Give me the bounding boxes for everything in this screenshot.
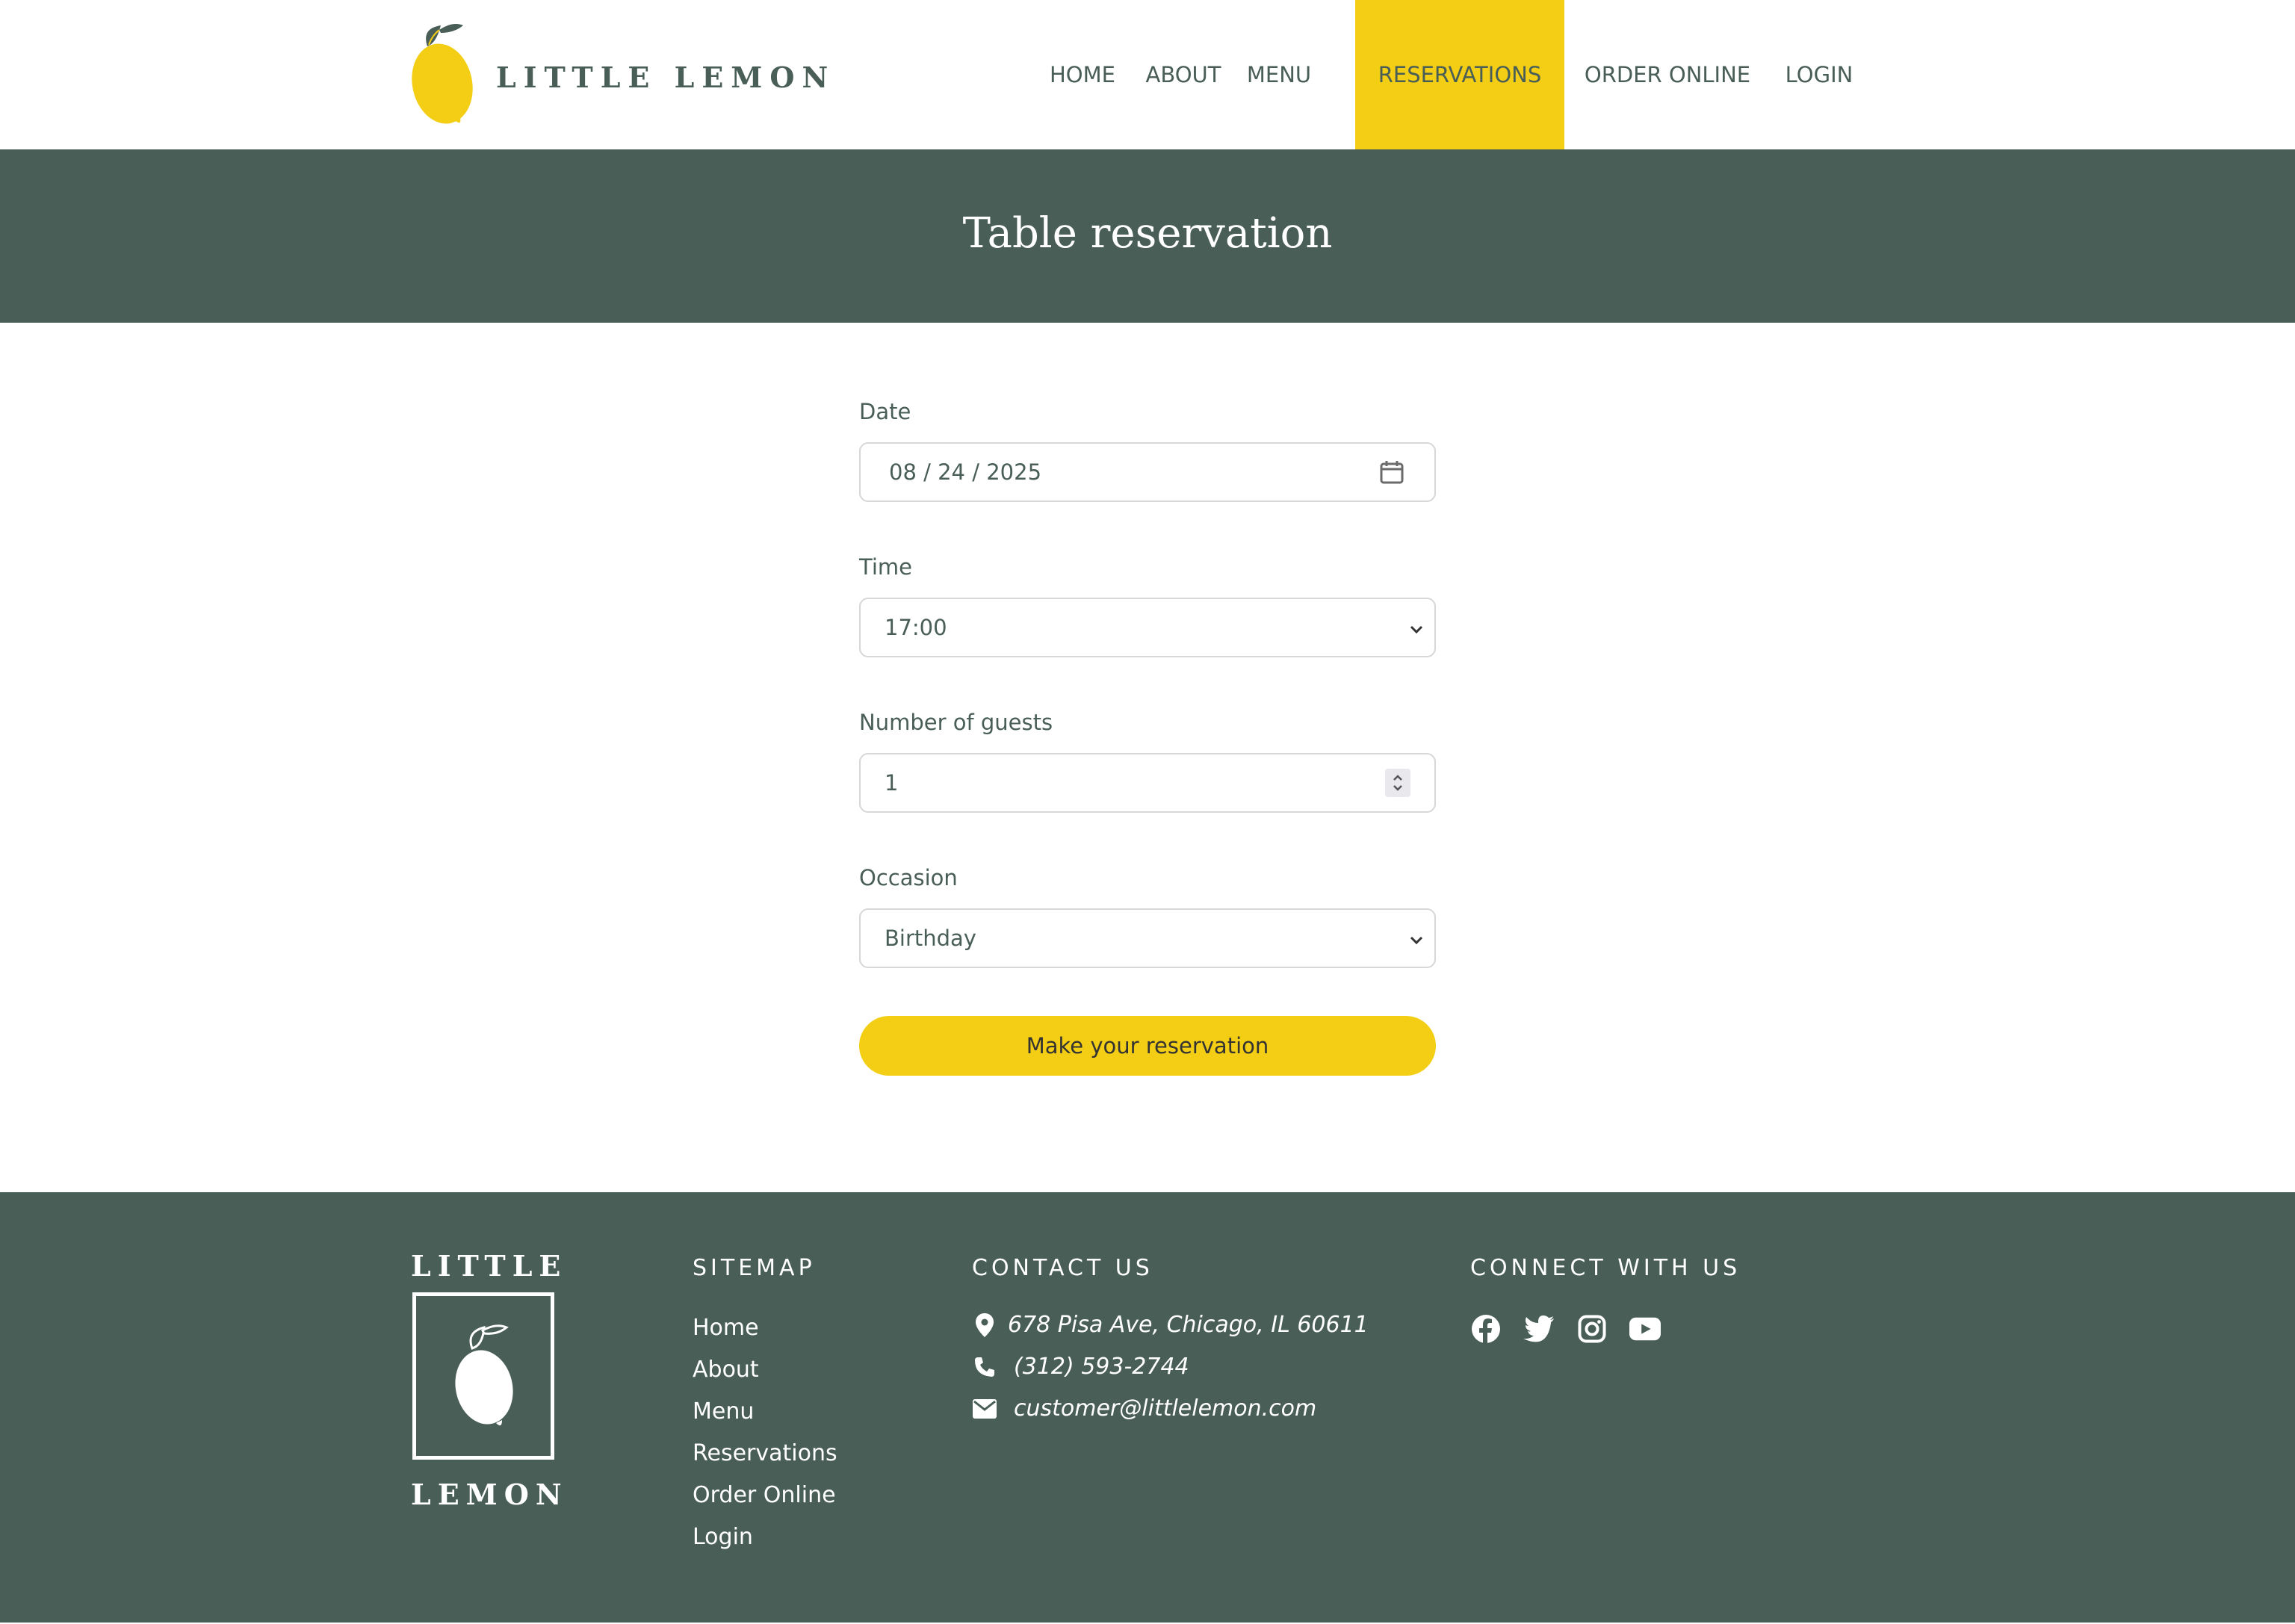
nav-reservations[interactable]: RESERVATIONS [1355,0,1564,149]
youtube-icon[interactable] [1629,1313,1661,1345]
nav-login[interactable]: LOGIN [1771,0,1868,149]
contact-address: 678 Pisa Ave, Chicago, IL 60611 [972,1312,1369,1338]
guests-value: 1 [885,770,899,796]
occasion-label: Occasion [859,865,958,890]
footer-link-login[interactable]: Login [693,1524,753,1550]
footer-link-reservations[interactable]: Reservations [693,1440,837,1466]
contact-phone-text: (312) 593-2744 [1014,1354,1189,1380]
footer-logo-bottom-text: LEMON [411,1478,569,1511]
footer-link-home[interactable]: Home [693,1315,759,1341]
lemon-logo-icon [412,24,473,124]
logo-wordmark: LITTLE LEMON [496,60,836,94]
nav-order-online[interactable]: ORDER ONLINE [1564,0,1771,149]
time-select[interactable]: 17:00 [859,598,1436,657]
nav-menu[interactable]: MENU [1237,0,1321,149]
guests-label: Number of guests [859,710,1053,735]
twitter-icon[interactable] [1523,1313,1555,1345]
time-value: 17:00 [885,615,947,640]
footer-link-about[interactable]: About [693,1357,759,1383]
date-input[interactable]: 08 / 24 / 2025 [859,442,1436,502]
calendar-icon[interactable] [1379,459,1404,485]
occasion-value: Birthday [885,926,976,951]
nav-about[interactable]: ABOUT [1139,0,1228,149]
site-header: LITTLE LEMON HOME ABOUT MENU RESERVATION… [0,0,2295,149]
time-label: Time [859,554,912,580]
date-label: Date [859,399,911,424]
footer-link-order-online[interactable]: Order Online [693,1482,836,1508]
contact-email[interactable]: customer@littlelemon.com [972,1395,1316,1422]
sitemap-heading: SITEMAP [693,1255,816,1281]
phone-icon [972,1356,997,1378]
footer-logo-frame [412,1292,554,1460]
location-pin-icon [972,1312,997,1337]
contact-phone[interactable]: (312) 593-2744 [972,1354,1189,1380]
occasion-select[interactable]: Birthday [859,908,1436,968]
envelope-icon [972,1398,997,1419]
contact-address-text: 678 Pisa Ave, Chicago, IL 60611 [1008,1312,1369,1338]
instagram-icon[interactable] [1576,1313,1608,1345]
site-footer: LITTLE LEMON SITEMAP Home About Menu Res… [0,1192,2295,1624]
connect-heading: CONNECT WITH US [1470,1255,1741,1281]
lemon-logo-icon [455,1324,513,1426]
page-title: Table reservation [962,208,1333,258]
make-reservation-button[interactable]: Make your reservation [859,1016,1436,1076]
footer-link-menu[interactable]: Menu [693,1398,754,1425]
logo[interactable]: LITTLE LEMON [411,22,835,127]
facebook-icon[interactable] [1470,1313,1502,1345]
hero-banner: Table reservation [0,149,2295,323]
contact-heading: CONTACT US [972,1255,1153,1281]
chevron-down-icon [1409,615,1424,640]
contact-email-text: customer@littlelemon.com [1014,1395,1317,1422]
footer-logo-top-text: LITTLE [411,1249,568,1283]
guests-number-input[interactable]: 1 [859,753,1436,813]
stepper-icon[interactable] [1385,769,1410,797]
chevron-down-icon [1409,926,1424,951]
nav-home[interactable]: HOME [1034,0,1131,149]
date-value: 08 / 24 / 2025 [889,459,1042,485]
social-links [1470,1313,1682,1345]
